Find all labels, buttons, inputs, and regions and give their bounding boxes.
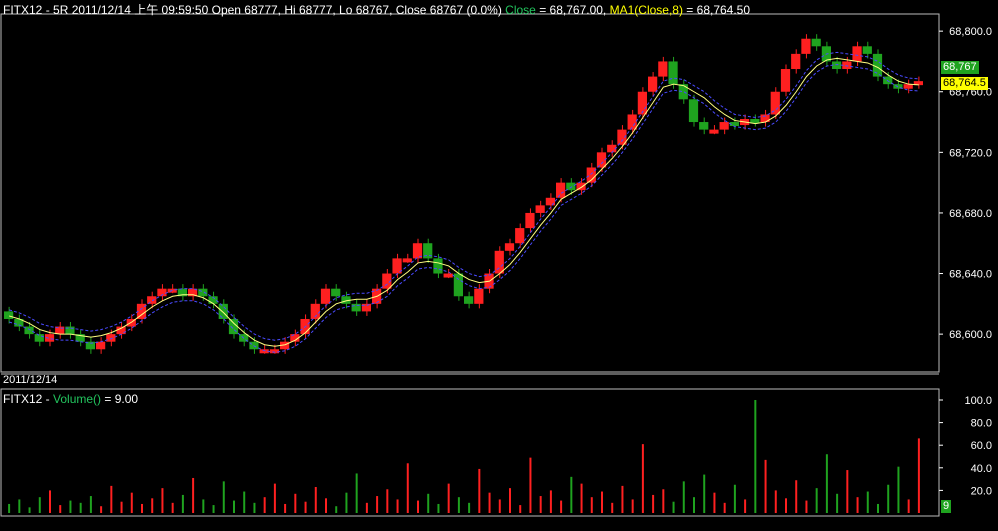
candle-body	[688, 99, 699, 123]
volume-series-label[interactable]: Volume()	[53, 392, 101, 406]
period-date: - 5R 2011/12/14 上午 09:59:50	[45, 3, 209, 17]
candle-body	[750, 119, 760, 124]
candle-body	[872, 53, 883, 77]
candle-body	[34, 334, 44, 342]
price-tick-label: 68,720.0	[949, 147, 992, 159]
volume-tick-label: 80.0	[971, 418, 992, 430]
date-label: 2011/12/14	[3, 374, 58, 386]
candle-body	[453, 273, 463, 297]
candle-body	[658, 61, 668, 77]
candle-body	[719, 122, 729, 130]
candle-body	[443, 273, 453, 278]
candle-body	[147, 296, 157, 304]
volume-tick-label: 60.0	[971, 440, 992, 452]
volume-tick-label: 100.0	[964, 395, 992, 407]
candle-body	[504, 243, 515, 251]
candle-body	[627, 114, 637, 130]
ma-series-label[interactable]: MA1(Close,8)	[610, 3, 683, 17]
chart: 68,600.068,640.068,680.068,720.068,760.0…	[0, 0, 998, 531]
volume-series-value: = 9.00	[101, 392, 139, 406]
candle-body	[198, 288, 208, 297]
candle-body	[862, 46, 872, 54]
candle-body	[791, 53, 801, 70]
candle-body	[556, 182, 566, 198]
ma-series-value: = 68,764.50	[682, 3, 751, 17]
candle-body	[474, 288, 484, 304]
volume-tick-label: 20.0	[971, 485, 992, 497]
candle-body	[668, 61, 678, 85]
close-series-value: = 68,767.00,	[535, 3, 607, 17]
volume-tag: 9	[941, 500, 952, 513]
symbol: FITX12	[3, 3, 43, 17]
candle-body	[331, 288, 341, 297]
candle-body	[515, 228, 525, 244]
candle-body	[852, 46, 862, 62]
price-tick-label: 68,800.0	[949, 26, 992, 38]
candle-body	[464, 296, 474, 304]
candle-body	[780, 69, 791, 92]
price-header: FITX12 - 5R 2011/12/14 上午 09:59:50 Open …	[3, 3, 750, 17]
ohlc: Open 68777, Hi 68777, Lo 68767, Close 68…	[211, 3, 502, 17]
volume-tick-label: 40.0	[971, 463, 992, 475]
candle-body	[842, 61, 852, 70]
candle-body	[402, 258, 412, 263]
volume-symbol: FITX12 -	[3, 392, 50, 406]
candle-body	[525, 212, 535, 229]
candle-body	[801, 38, 811, 54]
volume-header: FITX12 - Volume() = 9.00	[3, 392, 138, 406]
candle-body	[106, 334, 116, 342]
price-tick-label: 68,640.0	[949, 269, 992, 281]
candle-body	[433, 258, 443, 274]
candle-body	[648, 76, 658, 92]
candle-body	[535, 205, 545, 213]
candle-body	[494, 250, 504, 274]
candle-body	[678, 84, 688, 100]
candle-body	[320, 288, 331, 304]
close-series-label[interactable]: Close	[505, 3, 536, 17]
price-tick-label: 68,680.0	[949, 208, 992, 220]
candle-body	[218, 303, 228, 319]
candle-body	[96, 341, 106, 350]
candle-body	[4, 311, 14, 319]
candle-body	[699, 122, 709, 130]
close-price-tag: 68,767	[941, 61, 979, 74]
candle-body	[709, 129, 719, 134]
candle-body	[770, 91, 780, 115]
candle-body	[811, 38, 821, 47]
price-tick-label: 68,600.0	[949, 329, 992, 341]
candle-body	[545, 197, 555, 206]
ma-price-tag: 68,764.5	[941, 77, 988, 90]
candle-body	[637, 91, 647, 115]
